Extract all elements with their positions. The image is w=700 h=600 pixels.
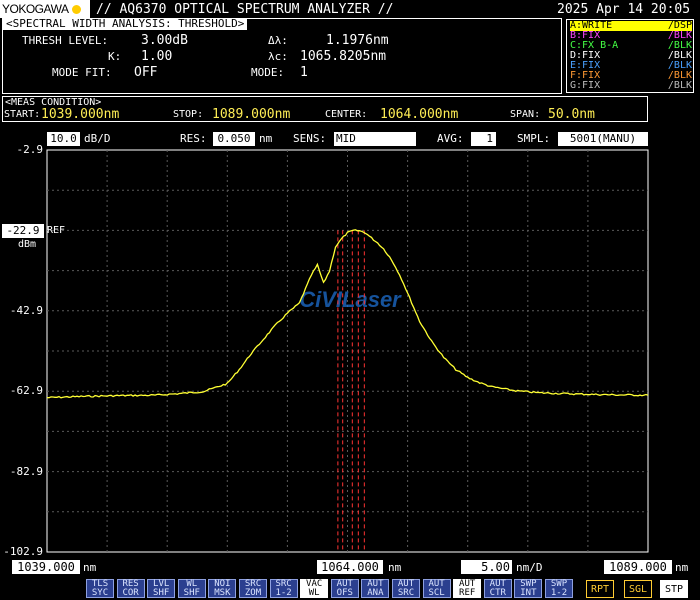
spectrum-plot[interactable]: CiVILaser xyxy=(0,148,700,558)
rpt-key[interactable]: RPT xyxy=(586,580,614,598)
delta-lambda-label: Δλ: xyxy=(268,34,288,47)
y-tick-label: -82.9 xyxy=(9,464,43,478)
softkey-line2: SCL xyxy=(428,588,445,598)
softkey-tls-syc[interactable]: TLS SYC xyxy=(86,579,114,598)
softkey-noi-msk[interactable]: NOI MSK xyxy=(208,579,237,598)
k-label: K: xyxy=(108,50,122,63)
softkey-lvl-shf[interactable]: LVL SHF xyxy=(147,579,176,598)
span-label: SPAN: xyxy=(510,109,541,120)
softkey-line2: ZOM xyxy=(244,588,262,598)
softkey-aut-src[interactable]: AUT SRC xyxy=(392,579,420,598)
res-label: RES: xyxy=(180,132,207,145)
brand-dot-icon xyxy=(71,5,81,15)
softkey-aut-ana[interactable]: AUT ANA xyxy=(361,579,390,598)
y-tick-label: -102.9 xyxy=(3,545,43,558)
x-stop-unit: nm xyxy=(675,561,689,574)
start-value: 1039.000nm xyxy=(41,107,120,122)
modefit-label: MODE FIT: xyxy=(52,66,112,79)
trace-list: A:WRITE/DSP B:FIX/BLK C:FX B-A/BLK D:FIX/BL… xyxy=(568,21,692,93)
softkey-line2: SRC xyxy=(397,588,415,598)
sens-field[interactable]: MID xyxy=(334,132,416,146)
k-value: 1.00 xyxy=(141,49,173,64)
start-label: START: xyxy=(4,109,41,120)
trace-state: /BLK xyxy=(667,80,692,91)
softkey-aut-ofs[interactable]: AUT OFS xyxy=(330,579,359,598)
center-value: 1064.000nm xyxy=(380,107,459,122)
smpl-label: SMPL: xyxy=(517,132,551,145)
softkey-line2: 1-2 xyxy=(275,588,292,598)
y-tick-label: -2.9 xyxy=(16,143,44,156)
trace-label: G:FIX xyxy=(570,80,601,91)
lambda-c-value: 1065.8205nm xyxy=(300,49,387,64)
softkey-swp-1-2[interactable]: SWP 1-2 xyxy=(545,579,573,598)
sens-label: SENS: xyxy=(293,132,327,145)
softkey-line2: CTR xyxy=(489,588,506,598)
thresh-label: THRESH LEVEL: xyxy=(22,34,109,47)
datetime: 2025 Apr 14 20:05 xyxy=(557,2,691,17)
scale-unit: dB/D xyxy=(84,132,111,145)
delta-lambda-value: 1.1976nm xyxy=(326,33,389,48)
avg-field[interactable]: 1 xyxy=(471,132,496,146)
x-div-field[interactable]: 5.00 xyxy=(461,560,512,574)
mode-label: MODE: xyxy=(251,66,285,79)
softkey-line2: ANA xyxy=(367,588,384,598)
stop-value: 1089.000nm xyxy=(212,107,291,122)
x-center-unit: nm xyxy=(388,561,402,574)
softkey-wl-shf[interactable]: WL SHF xyxy=(177,579,206,598)
stop-label: STOP: xyxy=(173,109,204,120)
x-stop-field[interactable]: 1089.000 xyxy=(604,560,672,574)
stp-key[interactable]: STP xyxy=(660,580,688,598)
dbm-label: dBm xyxy=(18,239,37,250)
lambda-c-label: λc: xyxy=(268,50,288,63)
softkey-aut-ctr[interactable]: AUT CTR xyxy=(483,579,512,598)
center-label: CENTER: xyxy=(325,109,368,120)
smpl-field[interactable]: 5001(MANU) xyxy=(558,132,648,146)
x-start-field[interactable]: 1039.000 xyxy=(12,560,80,574)
thresh-value: 3.00dB xyxy=(141,33,188,48)
res-unit: nm xyxy=(259,132,273,145)
brand-name: YOKOGAWA xyxy=(2,2,68,16)
analysis-heading: <SPECTRAL WIDTH ANALYSIS: THRESHOLD> xyxy=(3,18,248,30)
softkey-src-zom[interactable]: SRC ZOM xyxy=(239,579,267,598)
span-value: 50.0nm xyxy=(548,107,595,122)
softkey-line2: SHF xyxy=(153,588,170,598)
res-field[interactable]: 0.050 xyxy=(213,132,255,146)
mode-value: 1 xyxy=(300,65,308,80)
y-tick-label: -42.9 xyxy=(9,303,43,317)
avg-label: AVG: xyxy=(437,132,464,145)
modefit-value: OFF xyxy=(134,65,158,80)
scale-field[interactable]: 10.0 xyxy=(47,132,80,146)
softkey-line2: SYC xyxy=(91,588,109,598)
softkey-line2: 1-2 xyxy=(550,588,568,598)
window-title: // AQ6370 OPTICAL SPECTRUM ANALYZER // xyxy=(96,2,394,17)
x-div-unit: nm/D xyxy=(516,561,543,574)
softkey-aut-ref[interactable]: AUT REF xyxy=(453,579,482,598)
softkey-src-1-2[interactable]: SRC 1-2 xyxy=(269,579,298,598)
y-tick-label: -62.9 xyxy=(9,384,43,398)
softkey-res-cor[interactable]: RES COR xyxy=(116,579,145,598)
softkey-line2: SHF xyxy=(183,588,200,598)
x-center-field[interactable]: 1064.000 xyxy=(317,560,383,574)
softkey-swp-int[interactable]: SWP INT xyxy=(514,579,543,598)
watermark: CiVILaser xyxy=(299,287,402,312)
softkey-vac-wl[interactable]: VAC WL xyxy=(300,579,329,598)
softkey-line2: WL xyxy=(308,588,320,598)
brand-logo: YOKOGAWA xyxy=(0,0,90,18)
softkey-line2: INT xyxy=(520,588,537,598)
softkey-line2: REF xyxy=(459,588,476,598)
softkey-line2: MSK xyxy=(214,588,231,598)
x-start-unit: nm xyxy=(83,561,97,574)
trace-row-6[interactable]: G:FIX/BLK xyxy=(570,81,692,91)
sgl-key[interactable]: SGL xyxy=(624,580,652,598)
ref-label: REF xyxy=(47,225,66,236)
ref-level-box[interactable]: -22.9 xyxy=(2,224,44,238)
softkey-aut-scl[interactable]: AUT SCL xyxy=(422,579,451,598)
softkey-line2: OFS xyxy=(336,588,353,598)
softkey-line2: COR xyxy=(122,588,139,598)
